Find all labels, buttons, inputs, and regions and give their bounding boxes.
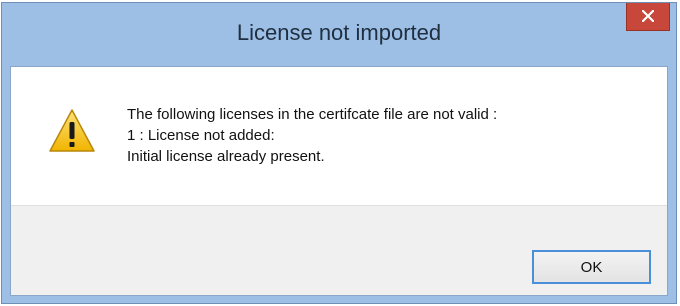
ok-button[interactable]: OK (532, 250, 651, 284)
close-icon (642, 10, 654, 22)
button-area: OK (11, 205, 667, 295)
title-bar[interactable]: License not imported (2, 3, 676, 66)
message-line: 1 : License not added: (127, 127, 275, 144)
dialog-title: License not imported (236, 20, 442, 45)
message-line: The following licenses in the certifcate… (127, 106, 498, 123)
close-button[interactable] (626, 3, 670, 31)
license-dialog: License not imported The following licen… (1, 2, 677, 304)
screen: License not imported The following licen… (0, 0, 680, 306)
dialog-client-area: The following licenses in the certifcate… (10, 66, 668, 296)
warning-icon (49, 109, 95, 152)
message-line: Initial license already present. (127, 148, 325, 165)
message-area: The following licenses in the certifcate… (11, 67, 667, 205)
message-text: The following licenses in the certifcate… (127, 104, 647, 167)
